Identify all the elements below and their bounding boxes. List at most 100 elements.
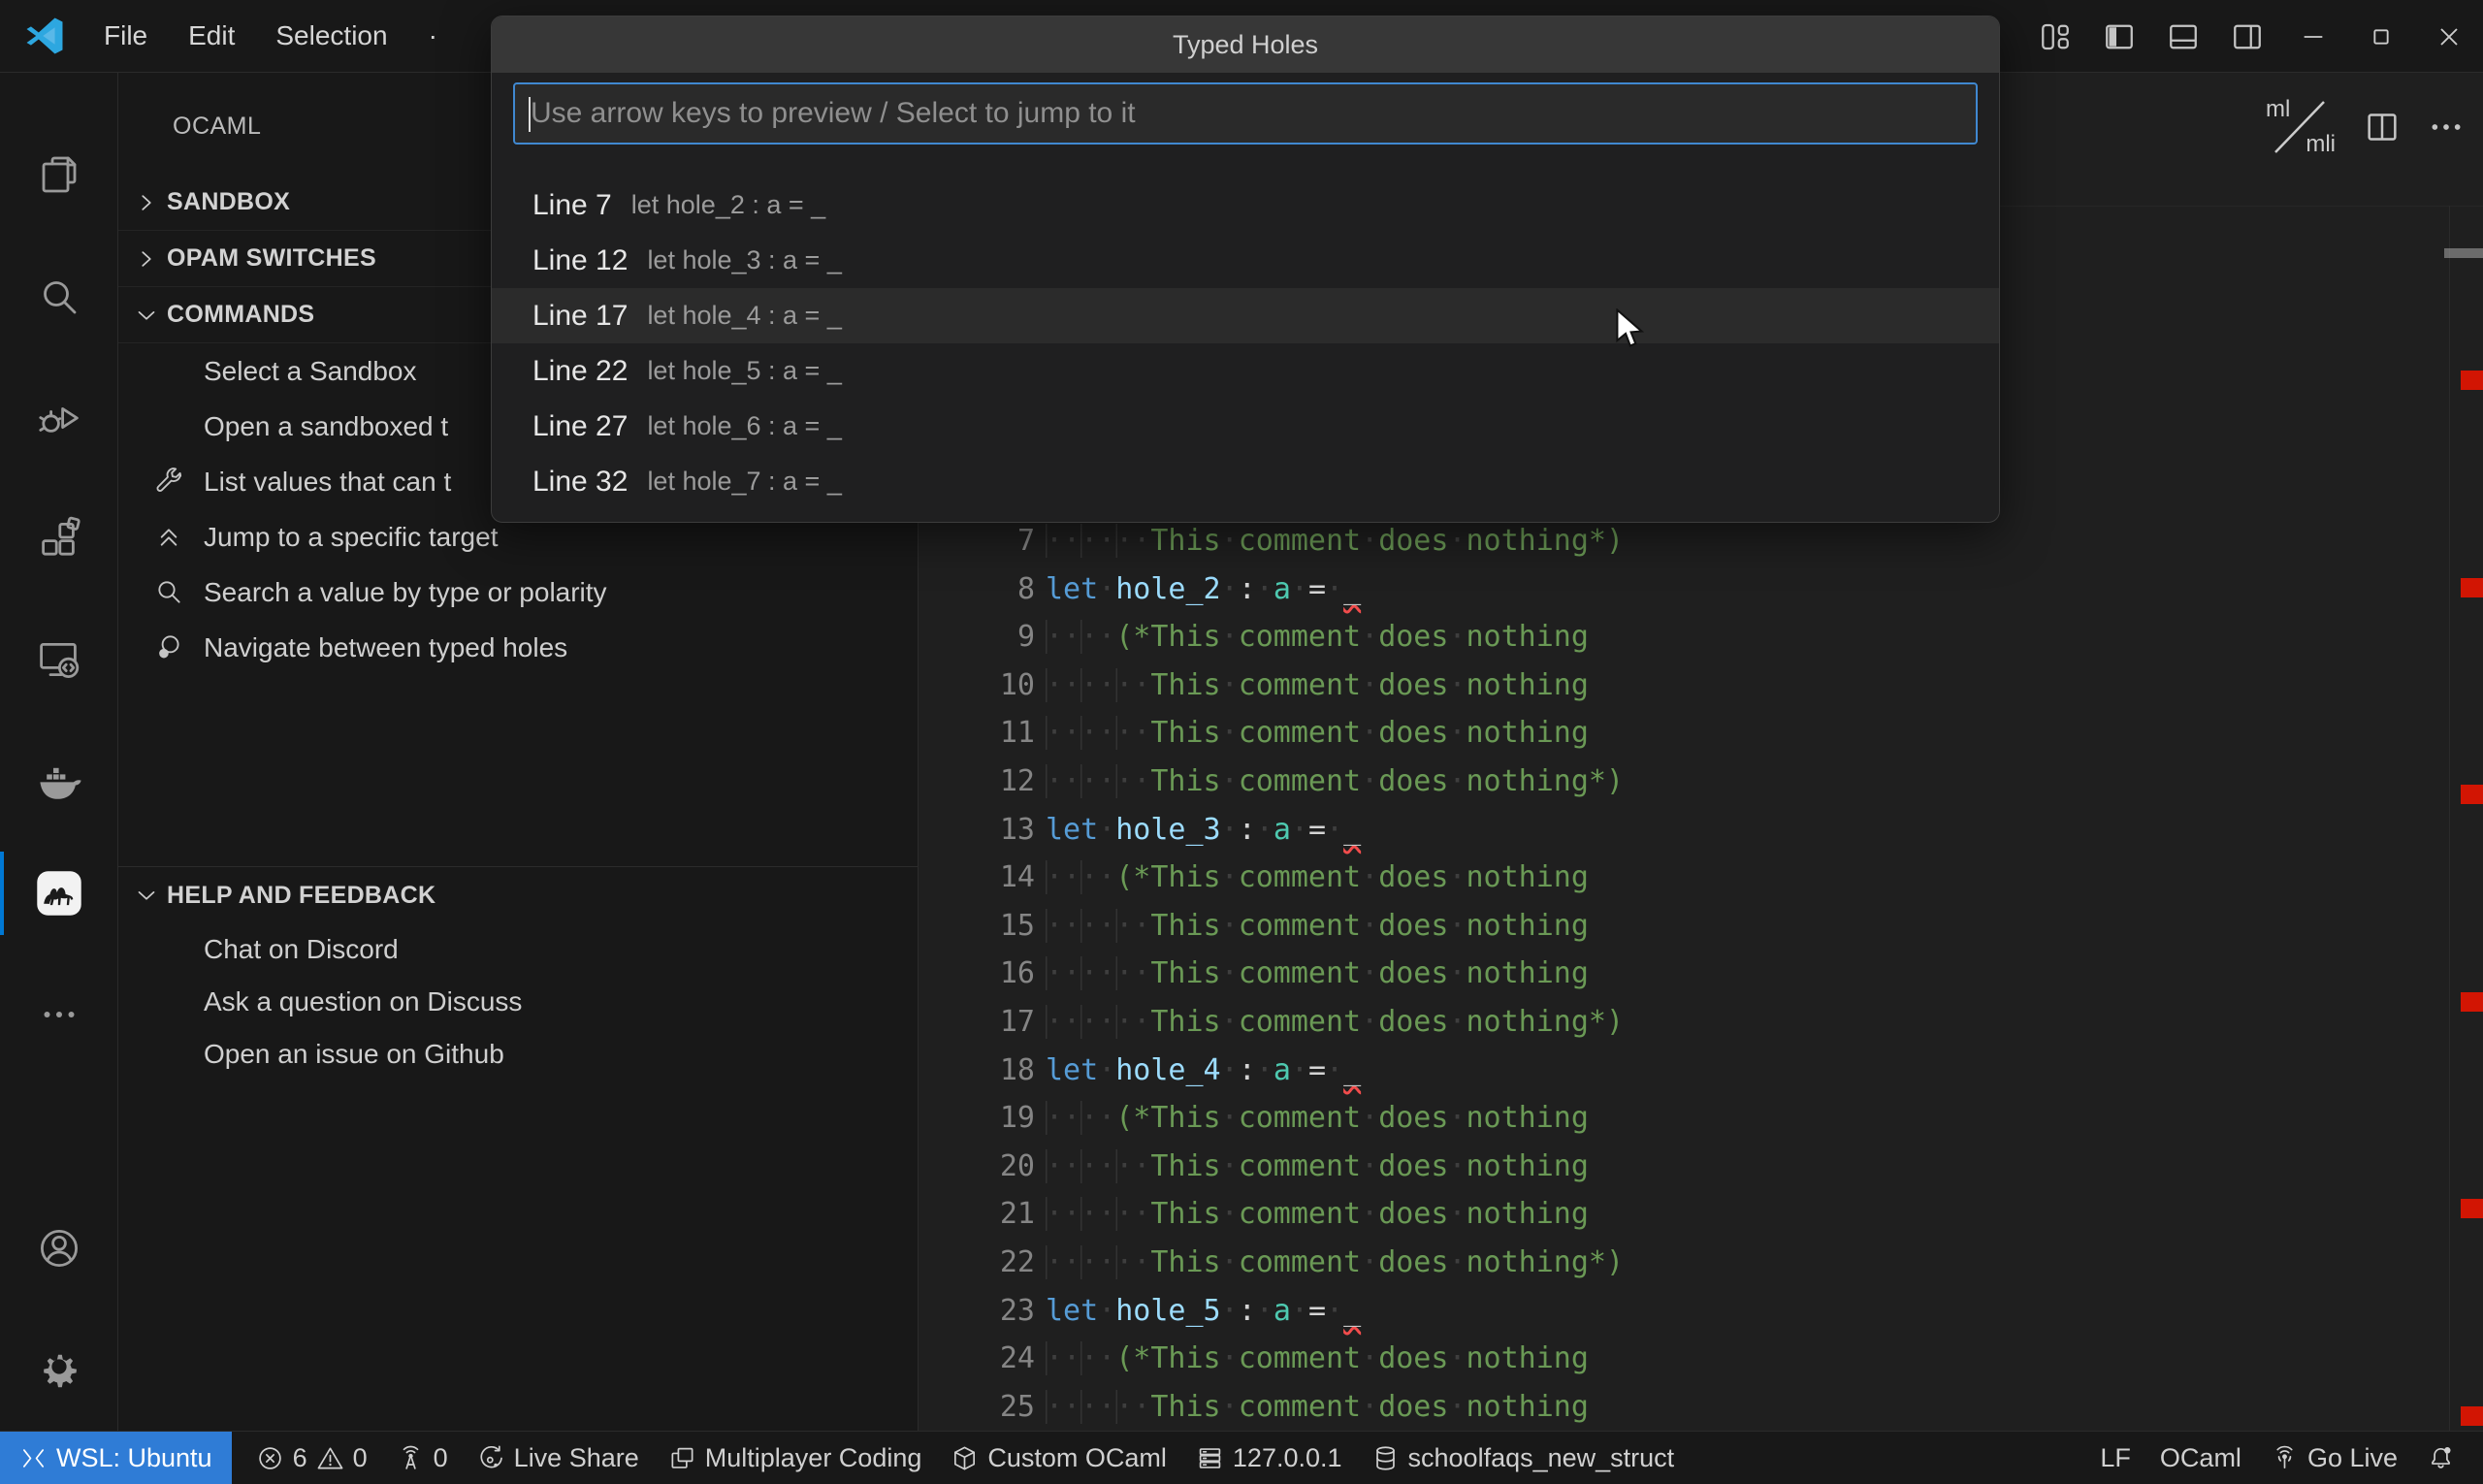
minimap-slider[interactable] [2444, 248, 2483, 258]
warning-icon-wrap [316, 1444, 344, 1472]
code-text: ······This·comment·does·nothing*) [1046, 1245, 1624, 1279]
token: · [1448, 1245, 1466, 1279]
menu-file[interactable]: File [83, 0, 168, 72]
token: · [1221, 1101, 1239, 1135]
token: · [1361, 764, 1378, 798]
token: comment [1239, 1101, 1361, 1135]
status-problems[interactable]: 60 [242, 1432, 382, 1484]
token: : [1239, 1053, 1256, 1087]
token: ······ [1046, 1149, 1150, 1183]
status-eol[interactable]: LF [2085, 1432, 2145, 1484]
token: · [1448, 1149, 1466, 1183]
token: hole_5 [1115, 1294, 1220, 1328]
quick-pick-item[interactable]: Line 27let hole_6 : a = _ [492, 399, 1999, 454]
activity-item-extensions[interactable] [0, 491, 117, 588]
code-line: 9····(*This·comment·does·nothing [919, 613, 2438, 661]
token: · [1448, 1390, 1466, 1424]
quick-pick-item[interactable]: Line 32let hole_7 : a = _ [492, 454, 1999, 509]
toggle-panel-icon[interactable] [2151, 0, 2215, 73]
token: This [1150, 956, 1220, 990]
quick-pick-item-description: let hole_7 : a = _ [647, 467, 841, 497]
status-remote-indicator[interactable]: WSL: Ubuntu [0, 1432, 232, 1484]
tabbar-border [2000, 206, 2483, 207]
status-notifications[interactable] [2412, 1432, 2469, 1484]
ml-mli-switch-icon[interactable]: mlmli [2262, 96, 2338, 158]
token: This [1150, 524, 1220, 558]
status-ports[interactable]: 0 [382, 1432, 463, 1484]
quick-pick-item-description: let hole_4 : a = _ [647, 301, 841, 331]
token: · [1448, 1341, 1466, 1375]
token: comment [1239, 909, 1361, 943]
toggle-sidebar-icon[interactable] [2087, 0, 2151, 73]
activity-item-explorer[interactable] [0, 126, 117, 223]
toggle-secondary-sidebar-icon[interactable] [2215, 0, 2279, 73]
line-number: 15 [919, 902, 1035, 951]
token: · [1221, 860, 1239, 894]
more-actions-icon[interactable] [2427, 108, 2466, 146]
activity-item-accounts[interactable] [0, 1200, 117, 1297]
menu-selection[interactable]: Selection [255, 0, 407, 72]
mouse-cursor [1610, 308, 1649, 351]
activity-item-ocaml-platform[interactable] [0, 845, 117, 942]
token: ···· [1046, 1341, 1115, 1375]
status-bar: WSL: Ubuntu600Live ShareMultiplayer Codi… [0, 1431, 2483, 1484]
token: nothing*) [1467, 524, 1625, 558]
token: comment [1239, 1245, 1361, 1279]
token: · [1326, 572, 1343, 606]
status-language-mode[interactable]: OCaml [2145, 1432, 2256, 1484]
activity-item-remote-explorer[interactable] [0, 611, 117, 708]
token: · [1256, 1294, 1274, 1328]
activity-item-more[interactable] [0, 966, 117, 1063]
status-database[interactable]: schoolfaqs_new_struct [1357, 1432, 1690, 1484]
quick-pick-item[interactable]: Line 12let hole_3 : a = _ [492, 233, 1999, 288]
remote-icon [19, 1444, 48, 1472]
quick-pick-item[interactable]: Line 22let hole_5 : a = _ [492, 343, 1999, 399]
menu-edit[interactable]: Edit [168, 0, 255, 72]
fold-up-icon [153, 521, 184, 552]
activity-item-docker[interactable] [0, 733, 117, 830]
token: · [1221, 1005, 1239, 1039]
line-number: 14 [919, 854, 1035, 902]
section-header-help-and-feedback[interactable]: HELP AND FEEDBACK [118, 867, 918, 923]
status-go-live[interactable]: Go Live [2256, 1432, 2412, 1484]
token: comment [1239, 1390, 1361, 1424]
token: · [1361, 909, 1378, 943]
token: hole_4 [1115, 1053, 1220, 1087]
status-multiplayer-coding[interactable]: Multiplayer Coding [654, 1432, 937, 1484]
line-number: 13 [919, 806, 1035, 855]
quick-pick-item[interactable]: Line 17let hole_4 : a = _ [492, 288, 1999, 343]
help-item[interactable]: Chat on Discord [118, 923, 918, 976]
help-item[interactable]: Ask a question on Discuss [118, 976, 918, 1028]
token: comment [1239, 1149, 1361, 1183]
code-text: ······This·comment·does·nothing*) [1046, 764, 1624, 798]
activity-item-search[interactable] [0, 248, 117, 345]
help-item[interactable]: Open an issue on Github [118, 1028, 918, 1081]
code-area[interactable]: 7······This·comment·does·nothing*)8let·h… [919, 517, 2438, 1431]
command-item[interactable]: Search a value by type or polarity [118, 565, 918, 620]
quick-pick-item[interactable]: Line 7let hole_2 : a = _ [492, 177, 1999, 233]
status-custom-ocaml[interactable]: Custom OCaml [936, 1432, 1181, 1484]
error-icon-wrap [256, 1444, 284, 1472]
split-editor-icon[interactable] [2363, 108, 2402, 146]
token: · [1361, 716, 1378, 750]
token: hole_2 [1115, 572, 1220, 606]
minimize-button[interactable] [2279, 0, 2347, 73]
command-item[interactable]: Navigate between typed holes [118, 620, 918, 675]
activity-item-run-debug[interactable] [0, 370, 117, 467]
close-button[interactable] [2415, 0, 2483, 73]
activity-item-settings[interactable] [0, 1318, 117, 1415]
error-icon [256, 1444, 284, 1472]
customize-layout-icon[interactable] [2023, 0, 2087, 73]
token: · [1448, 1101, 1466, 1135]
quick-pick-input[interactable] [515, 84, 1976, 143]
token: nothing*) [1467, 764, 1625, 798]
status-server-address[interactable]: 127.0.0.1 [1181, 1432, 1357, 1484]
code-line: 13let·hole_3·:·a·=·_ [919, 806, 2438, 855]
help-item-label: Open an issue on Github [204, 1039, 504, 1070]
maximize-button[interactable] [2347, 0, 2415, 73]
code-line: 14····(*This·comment·does·nothing [919, 854, 2438, 902]
token: · [1098, 1053, 1115, 1087]
status-live-share[interactable]: Live Share [463, 1432, 654, 1484]
line-number: 23 [919, 1287, 1035, 1336]
menu-dots[interactable]: · [408, 0, 458, 72]
